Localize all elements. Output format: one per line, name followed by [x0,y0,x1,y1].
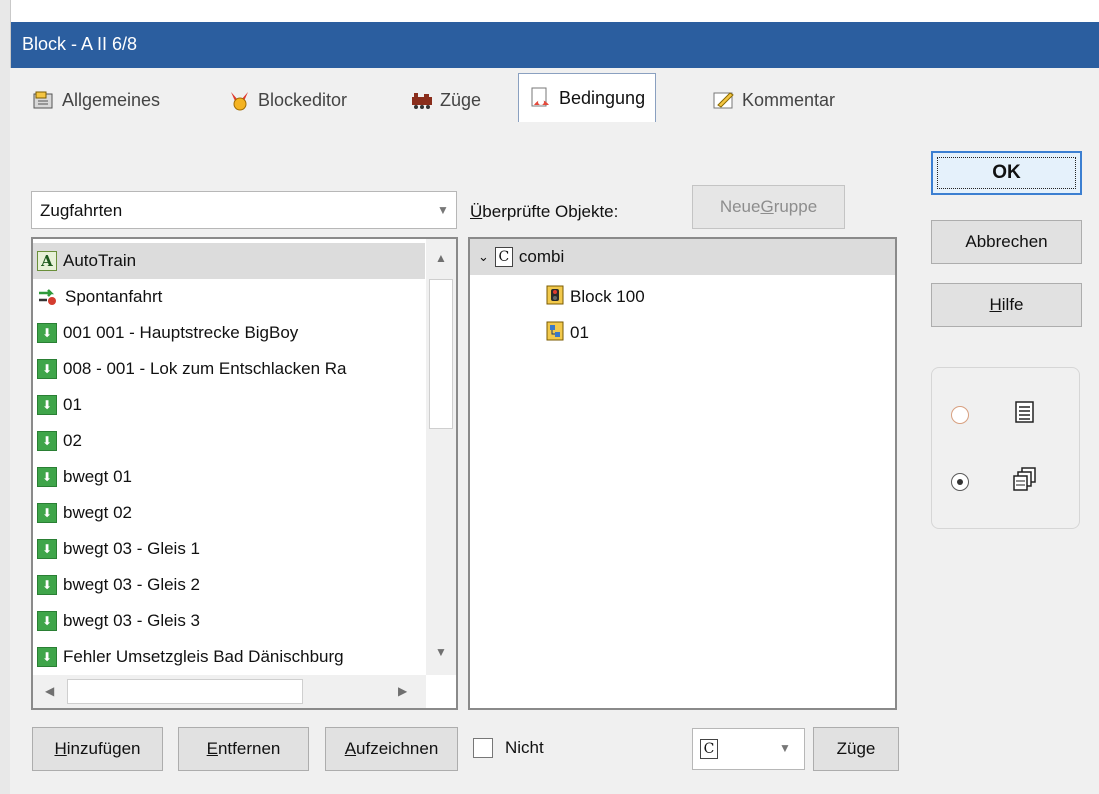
route-icon: ⬇ [37,503,57,523]
trains-button[interactable]: Züge [813,727,899,771]
list-item[interactable]: ⬇ 01 [37,387,82,423]
ok-button[interactable]: OK [931,151,1082,195]
tab-label: Züge [440,89,482,110]
spontaneous-icon [37,287,59,307]
route-icon: ⬇ [37,539,57,559]
tab-kommentar[interactable]: Kommentar [712,78,835,122]
route-icon: ⬇ [37,647,57,667]
combobox-value-badge: C [700,739,718,759]
tree-node-root[interactable]: ⌄ C combi [478,240,564,274]
route-icon: ⬇ [37,431,57,451]
list-item[interactable]: ⬇ bwegt 01 [37,459,132,495]
tree-node[interactable]: Block 100 [546,280,645,314]
scroll-down-icon[interactable]: ▼ [435,645,447,659]
train-route-list[interactable]: A AutoTrain Spontanfahrt ⬇ 001 001 - Haup… [31,237,458,710]
autotrain-icon: A [37,251,57,271]
checked-objects-label: Überprüfte Objekte: [470,202,619,221]
tab-label: Bedingung [559,87,646,108]
add-button[interactable]: Hinzufügen [32,727,163,771]
list-item[interactable]: ⬇ 001 001 - Hauptstrecke BigBoy [37,315,298,351]
scroll-right-icon[interactable]: ▶ [398,684,407,698]
list-item[interactable]: ⬇ 008 - 001 - Lok zum Entschlacken Ra [37,351,346,387]
cascade-view-icon [1012,466,1038,497]
route-icon: ⬇ [37,467,57,487]
radio-list-view[interactable] [951,406,969,424]
type-combobox[interactable]: C ▼ [692,728,805,770]
scroll-left-icon[interactable]: ◀ [45,684,54,698]
route-icon: ⬇ [37,611,57,631]
condition-icon [529,87,553,109]
scrollbar-thumb[interactable] [429,279,453,429]
radio-cascade-view[interactable] [951,473,969,491]
filter-combobox-value: Zugfahrten [40,201,123,220]
tab-label: Blockeditor [258,89,348,110]
list-view-icon [1014,400,1036,429]
help-button[interactable]: Hilfe [931,283,1082,327]
combi-badge-icon: C [494,247,513,267]
comment-icon [712,89,736,111]
list-item[interactable]: ⬇ Fehler Umsetzgleis Bad Dänischburg [37,639,344,675]
window-title: Block - A II 6/8 [22,34,138,54]
not-checkbox-label: Nicht [505,738,544,757]
properties-icon [32,89,56,111]
title-bar-background [0,22,1099,68]
list-item[interactable]: ⬇ bwegt 03 - Gleis 3 [37,603,200,639]
block-icon [546,285,564,310]
filter-combobox[interactable]: Zugfahrten ▼ [31,191,457,229]
chevron-down-icon[interactable]: ▼ [779,741,791,755]
vertical-scrollbar[interactable]: ▲ ▼ [426,239,456,675]
tab-blockeditor[interactable]: Blockeditor [228,78,347,122]
record-button[interactable]: Aufzeichnen [325,727,458,771]
remove-button[interactable]: Entfernen [178,727,309,771]
tab-allgemeines[interactable]: Allgemeines [32,78,160,122]
new-group-button[interactable]: Neue Gruppe [692,185,845,229]
tab-label: Allgemeines [62,89,161,110]
view-options-group [931,367,1080,529]
list-item[interactable]: ⬇ bwegt 02 [37,495,132,531]
trains-icon [410,89,434,111]
tab-bedingung[interactable]: Bedingung [518,73,657,122]
cancel-button[interactable]: Abbrechen [931,220,1082,264]
list-item[interactable]: A AutoTrain [33,243,425,279]
route-icon: ⬇ [37,575,57,595]
list-item[interactable]: ⬇ bwegt 03 - Gleis 1 [37,531,200,567]
not-checkbox[interactable] [473,738,493,758]
route-icon: ⬇ [37,395,57,415]
list-item[interactable]: ⬇ 02 [37,423,82,459]
horizontal-scrollbar[interactable]: ◀ ▶ [33,675,426,708]
tree-node[interactable]: 01 [546,316,589,350]
checked-objects-tree[interactable]: ⌄ C combi Block 100 01 [468,237,897,710]
scroll-up-icon[interactable]: ▲ [435,251,447,265]
scrollbar-thumb[interactable] [67,679,303,704]
block-editor-icon [228,89,252,111]
tab-zuege[interactable]: Züge [410,78,481,122]
route-icon: ⬇ [37,359,57,379]
list-item[interactable]: Spontanfahrt [37,279,162,315]
list-item[interactable]: ⬇ bwegt 03 - Gleis 2 [37,567,200,603]
group-icon [546,321,564,346]
tab-label: Kommentar [742,89,836,110]
chevron-down-icon[interactable]: ▼ [430,192,456,228]
chevron-down-icon[interactable]: ⌄ [478,249,489,265]
route-icon: ⬇ [37,323,57,343]
